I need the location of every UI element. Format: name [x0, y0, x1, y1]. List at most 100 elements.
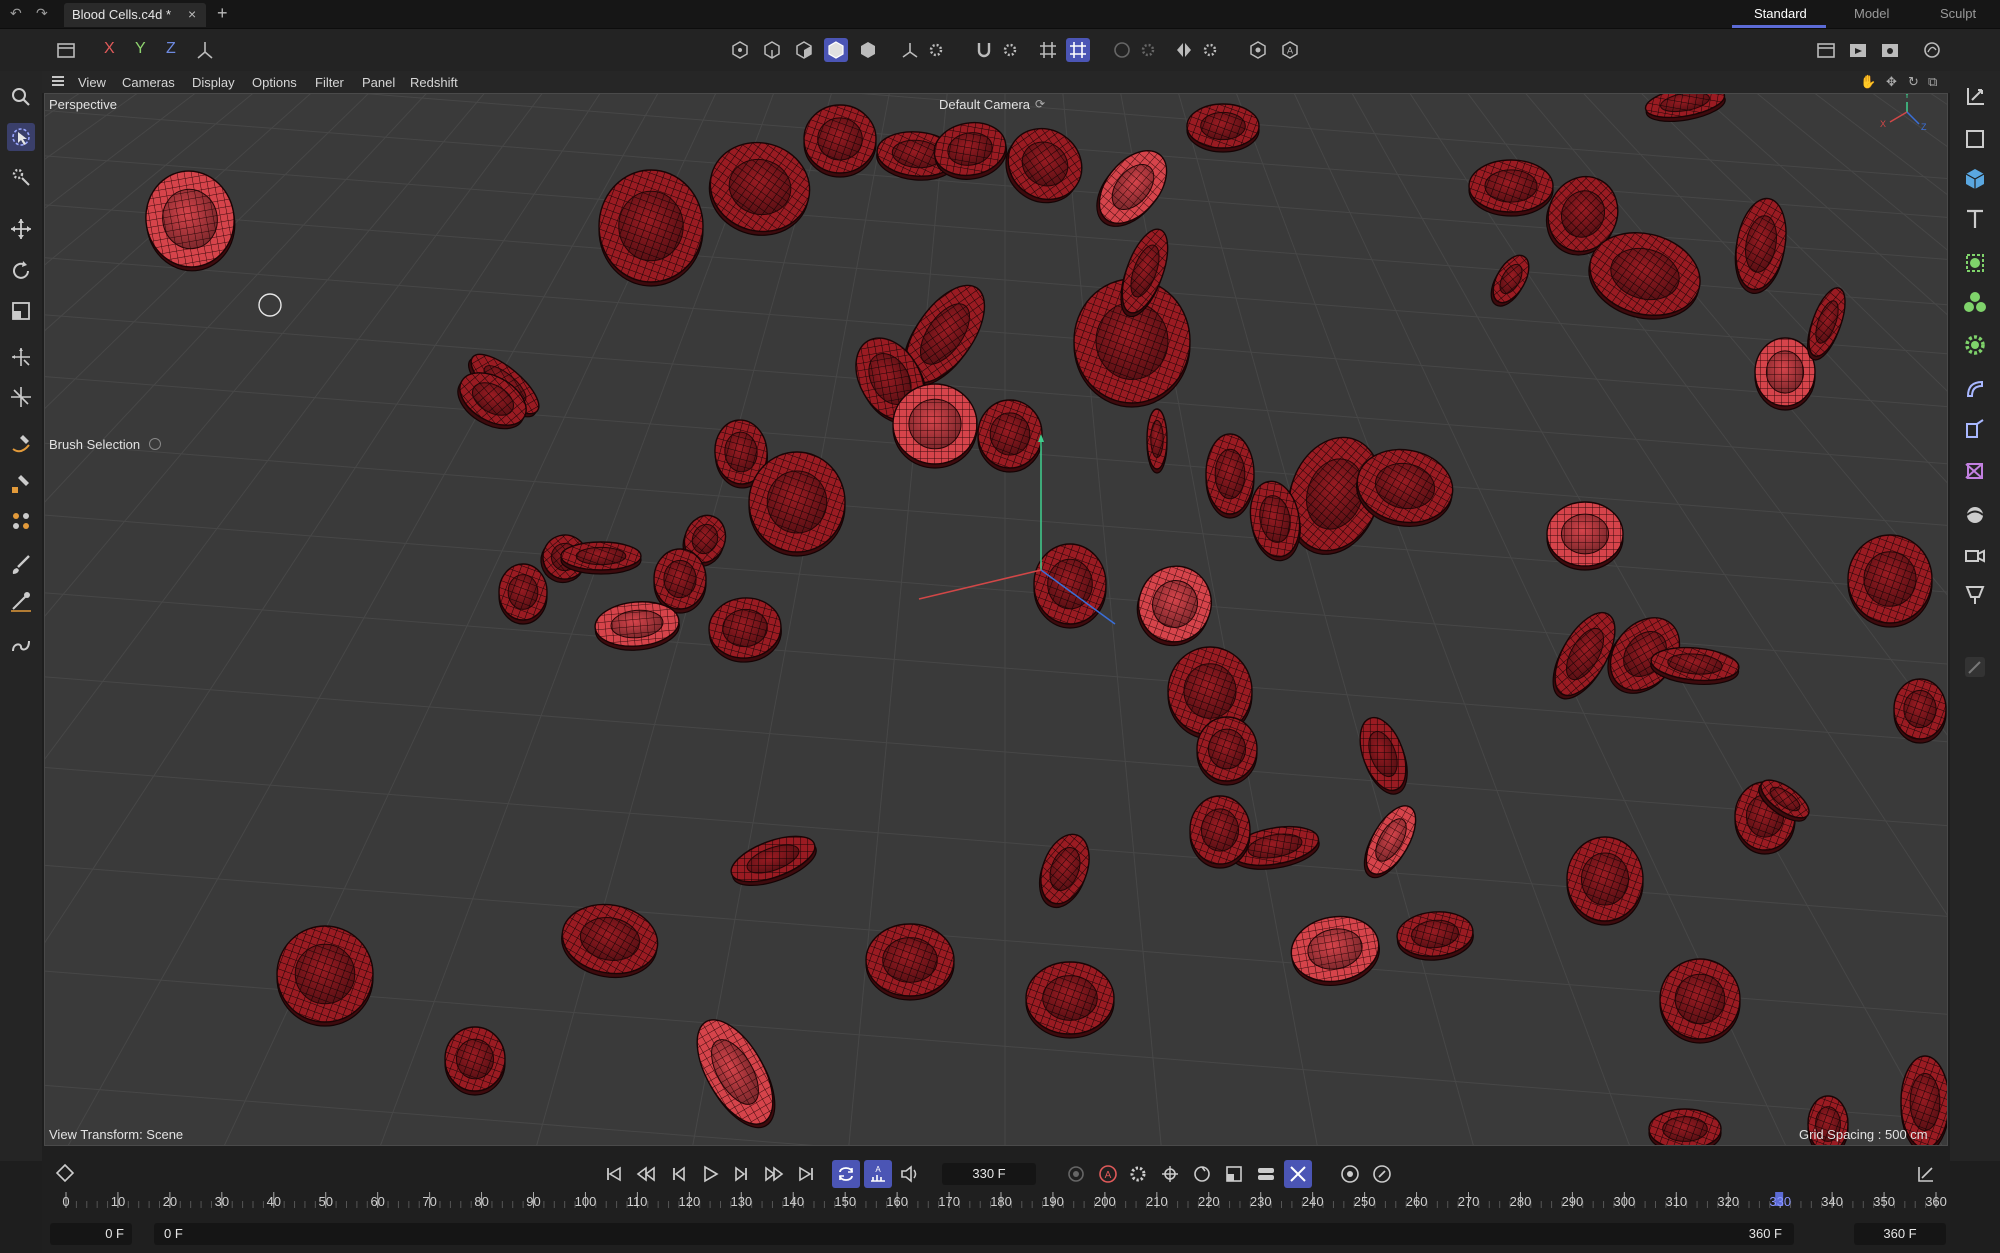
redo-icon[interactable]: ↷ [36, 5, 48, 22]
material-icon[interactable] [1246, 38, 1270, 62]
edges-mode-icon[interactable] [760, 38, 784, 62]
symmetry-icon[interactable] [1172, 38, 1196, 62]
go-to-start-icon[interactable] [600, 1160, 628, 1188]
pan-view-icon[interactable]: ✋ [1860, 74, 1876, 90]
3d-viewport[interactable]: Y X Z Perspective Default Camera ⟳ Brush… [44, 93, 1948, 1146]
render-view-icon[interactable] [1814, 38, 1838, 62]
camera-label[interactable]: Default Camera [939, 97, 1030, 112]
live-selection-icon[interactable] [7, 123, 35, 151]
render-settings-icon[interactable] [1878, 38, 1902, 62]
go-to-end-icon[interactable] [792, 1160, 820, 1188]
key-scale-icon[interactable] [1220, 1160, 1248, 1188]
record-icon[interactable] [1062, 1160, 1090, 1188]
menu-redshift[interactable]: Redshift [410, 75, 458, 90]
current-frame-field[interactable]: 330 F [942, 1163, 1036, 1185]
preview-range-bar[interactable]: 0 F 360 F [154, 1223, 1794, 1245]
loop-icon[interactable] [832, 1160, 860, 1188]
autokey-icon[interactable]: A [1094, 1160, 1122, 1188]
layout-model[interactable]: Model [1854, 6, 1889, 21]
sound-icon[interactable] [896, 1160, 924, 1188]
undo-icon[interactable]: ↶ [10, 5, 22, 22]
next-frame-icon[interactable] [728, 1160, 756, 1188]
snap-icon[interactable] [972, 38, 996, 62]
camera-icon[interactable] [1961, 541, 1989, 569]
menu-display[interactable]: Display [192, 75, 235, 90]
menu-options[interactable]: Options [252, 75, 297, 90]
auto-icon[interactable]: A [1278, 38, 1302, 62]
effector-icon[interactable] [1961, 331, 1989, 359]
projection-label[interactable]: Perspective [49, 97, 117, 112]
coordinate-system-icon[interactable] [193, 38, 217, 62]
uv-mode-icon[interactable] [856, 38, 880, 62]
model-mode-icon[interactable] [824, 38, 848, 62]
render-icon[interactable] [1846, 38, 1870, 62]
close-tab-icon[interactable]: × [188, 6, 196, 22]
symmetry-settings-icon[interactable] [1198, 38, 1222, 62]
snap-settings-icon[interactable] [998, 38, 1022, 62]
field-icon[interactable] [1961, 457, 1989, 485]
document-tab[interactable]: Blood Cells.c4d * × [64, 3, 206, 27]
scale-icon[interactable] [7, 297, 35, 325]
cloner-icon[interactable] [1961, 289, 1989, 317]
environment-icon[interactable] [1961, 501, 1989, 529]
range-end-field[interactable]: 360 F [1854, 1223, 1946, 1245]
redshift-icon[interactable] [1920, 38, 1944, 62]
grid-icon[interactable] [1066, 38, 1090, 62]
rotate-view-icon[interactable]: ↻ [1908, 74, 1919, 90]
menu-view[interactable]: View [78, 75, 106, 90]
subdivision-icon[interactable] [1961, 249, 1989, 277]
text-icon[interactable] [1961, 205, 1989, 233]
maximize-view-icon[interactable]: ⧉ [1928, 74, 1937, 90]
previous-key-icon[interactable] [632, 1160, 660, 1188]
axis-y-toggle[interactable]: Y [135, 40, 146, 58]
transform-icon[interactable] [7, 343, 35, 371]
layout-sculpt[interactable]: Sculpt [1940, 6, 1976, 21]
pencil-disabled-icon[interactable] [1961, 653, 1989, 681]
spline-smooth-icon[interactable] [7, 631, 35, 659]
playback-mode-icon[interactable]: A [864, 1160, 892, 1188]
move-icon[interactable] [7, 215, 35, 243]
rotate-icon[interactable] [7, 257, 35, 285]
axis-x-toggle[interactable]: X [104, 40, 115, 58]
coordinate-manager-icon[interactable] [1961, 83, 1989, 111]
points-mode-icon[interactable] [728, 38, 752, 62]
multi-transform-icon[interactable] [7, 383, 35, 411]
menu-panel[interactable]: Panel [362, 75, 395, 90]
next-key-icon[interactable] [760, 1160, 788, 1188]
range-start-field[interactable]: 0 F [50, 1223, 132, 1245]
motion-system-icon[interactable] [1336, 1160, 1364, 1188]
timeline-graph-icon[interactable] [1912, 1160, 1940, 1188]
motion-clip-icon[interactable] [1368, 1160, 1396, 1188]
spline-pen-icon[interactable] [7, 429, 35, 457]
axis-mode-icon[interactable] [898, 38, 922, 62]
key-parameter-icon[interactable] [1252, 1160, 1280, 1188]
sketch-icon[interactable] [7, 469, 35, 497]
layout-standard[interactable]: Standard [1754, 6, 1807, 21]
hamburger-menu-icon[interactable] [50, 73, 66, 89]
camera-link-icon[interactable]: ⟳ [1035, 97, 1045, 111]
key-pla-icon[interactable] [1284, 1160, 1312, 1188]
null-object-icon[interactable] [1961, 125, 1989, 153]
knife-icon[interactable] [7, 587, 35, 615]
move-view-icon[interactable]: ✥ [1886, 74, 1897, 90]
axis-settings-icon[interactable] [924, 38, 948, 62]
play-icon[interactable] [696, 1160, 724, 1188]
solo-settings-icon[interactable] [1136, 38, 1160, 62]
tool-settings-icon[interactable] [149, 438, 161, 450]
workplane-icon[interactable] [1036, 38, 1060, 62]
polygons-mode-icon[interactable] [792, 38, 816, 62]
brush-icon[interactable] [7, 551, 35, 579]
light-icon[interactable] [1961, 581, 1989, 609]
cube-icon[interactable] [1961, 165, 1989, 193]
search-icon[interactable] [7, 83, 35, 111]
selection-settings-icon[interactable] [7, 163, 35, 191]
solo-icon[interactable] [1110, 38, 1134, 62]
keyframe-settings-icon[interactable] [1124, 1160, 1152, 1188]
previous-frame-icon[interactable] [664, 1160, 692, 1188]
keyframe-diamond-icon[interactable] [54, 1162, 76, 1184]
add-tab-icon[interactable]: + [217, 3, 228, 24]
menu-filter[interactable]: Filter [315, 75, 344, 90]
key-position-icon[interactable] [1156, 1160, 1184, 1188]
clapboard-icon[interactable] [54, 38, 78, 62]
spline-tools-icon[interactable] [7, 507, 35, 535]
